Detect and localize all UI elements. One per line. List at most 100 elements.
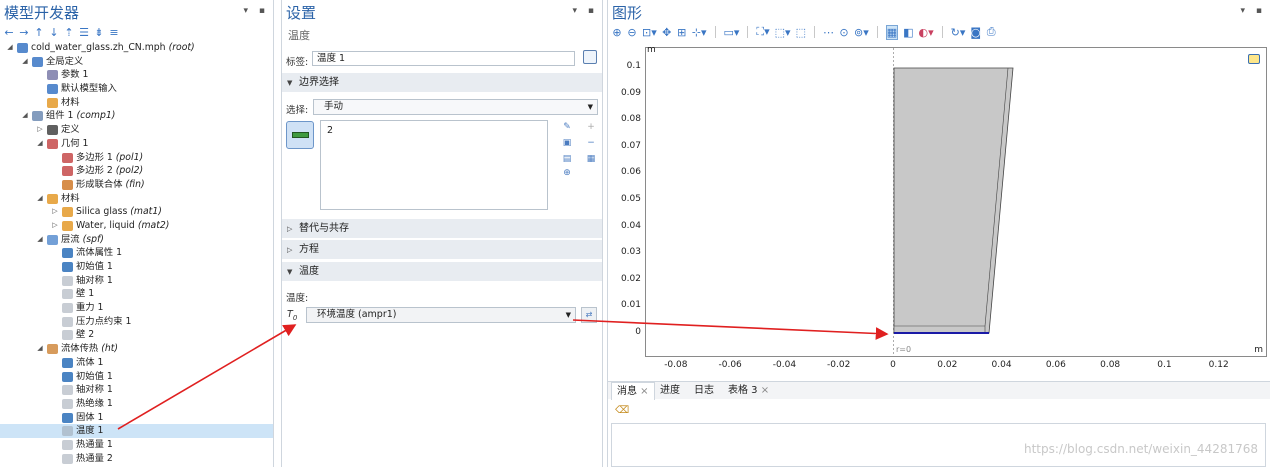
- grid-icon[interactable]: ▦: [885, 24, 899, 40]
- selection-list-icon[interactable]: ⋯: [823, 26, 834, 39]
- tree-item[interactable]: 重力 1: [0, 301, 273, 315]
- tree-item[interactable]: ◢ 组件 1 (comp1): [0, 109, 273, 123]
- geometry-canvas[interactable]: [646, 48, 1266, 356]
- zoom-extents-icon[interactable]: ✥: [662, 26, 672, 39]
- tree-item[interactable]: 壁 2: [0, 328, 273, 342]
- collapse-icon[interactable]: ◢: [36, 137, 44, 151]
- hide-icon[interactable]: ⊙: [839, 26, 849, 39]
- tree-item[interactable]: ▷ Silica glass (mat1): [0, 205, 273, 219]
- tree-item[interactable]: 材料: [0, 96, 273, 110]
- geometry-plot[interactable]: m m r=0: [645, 45, 1267, 357]
- tree-item[interactable]: 参数 1: [0, 68, 273, 82]
- expand-icon[interactable]: ▷: [51, 219, 59, 233]
- t0-options-icon[interactable]: ⇄: [581, 307, 597, 323]
- tree-item[interactable]: 形成联合体 (fin): [0, 178, 273, 192]
- tree-item[interactable]: 默认模型输入: [0, 82, 273, 96]
- collapse-all-icon[interactable]: ⇟: [94, 26, 104, 39]
- tree-item[interactable]: 壁 1: [0, 287, 273, 301]
- zoom-out-icon[interactable]: ⊖: [627, 26, 637, 39]
- forward-icon[interactable]: →: [19, 26, 29, 39]
- select-all-icon[interactable]: ▦: [585, 154, 597, 165]
- move-down-icon[interactable]: ↓: [49, 26, 59, 39]
- tree-item[interactable]: 温度 1: [0, 424, 273, 438]
- boundary-list[interactable]: 2: [320, 120, 548, 210]
- select-box-icon[interactable]: ⬚▾: [775, 26, 791, 39]
- collapse-icon[interactable]: ◢: [6, 41, 14, 55]
- move-up-icon[interactable]: ↑: [34, 26, 44, 39]
- tree-item[interactable]: 流体属性 1: [0, 246, 273, 260]
- tree-item[interactable]: 热通量 2: [0, 452, 273, 466]
- tree-item[interactable]: ◢ 全局定义: [0, 55, 273, 69]
- message-tab[interactable]: 进度: [655, 382, 685, 400]
- reset-icon[interactable]: ↻▾: [951, 26, 966, 39]
- tree-item[interactable]: 初始值 1: [0, 260, 273, 274]
- tree-item[interactable]: ◢ 几何 1: [0, 137, 273, 151]
- close-icon[interactable]: ×: [637, 386, 648, 397]
- collapse-icon[interactable]: ◢: [21, 109, 29, 123]
- fit-icon[interactable]: ⊞: [677, 26, 687, 39]
- tree-item[interactable]: ▷ Water, liquid (mat2): [0, 219, 273, 233]
- tree-item[interactable]: 多边形 2 (pol2): [0, 164, 273, 178]
- panel-pin-icons[interactable]: ▾ ▪: [244, 6, 269, 16]
- view-icon[interactable]: ▭▾: [724, 26, 740, 39]
- clear-selection-icon[interactable]: ▤: [561, 154, 573, 165]
- render-icon[interactable]: ◧: [903, 26, 913, 39]
- message-tab[interactable]: 消息 ×: [611, 382, 655, 400]
- options-icon[interactable]: ≡: [109, 26, 119, 39]
- tree-item[interactable]: 轴对称 1: [0, 383, 273, 397]
- label-edit-icon[interactable]: [583, 50, 597, 64]
- panel-pin-icons[interactable]: ▾ ▪: [1241, 6, 1266, 16]
- message-tab[interactable]: 表格 3 ×: [723, 382, 774, 400]
- tree-item[interactable]: ◢ 流体传热 (ht): [0, 342, 273, 356]
- collapse-icon[interactable]: ◢: [21, 55, 29, 69]
- water-domain[interactable]: [893, 325, 986, 334]
- copy-selection-icon[interactable]: ▣: [561, 138, 573, 149]
- axis-icon[interactable]: ⊹▾: [692, 26, 707, 39]
- tree-item[interactable]: 流体 1: [0, 356, 273, 370]
- zoom-box-icon[interactable]: ⊡▾: [642, 26, 657, 39]
- add-icon[interactable]: +: [585, 122, 597, 133]
- material-render-icon[interactable]: ◐▾: [919, 26, 934, 39]
- clear-messages-icon[interactable]: ⌫: [615, 405, 629, 416]
- message-tab[interactable]: 日志: [689, 382, 719, 400]
- close-icon[interactable]: ×: [758, 385, 769, 396]
- boundary-selection-toggle-icon[interactable]: [286, 121, 314, 149]
- tree-item[interactable]: ◢ cold_water_glass.zh_CN.mph (root): [0, 41, 273, 55]
- tree-item[interactable]: ◢ 层流 (spf): [0, 233, 273, 247]
- expand-all-icon[interactable]: ☰: [79, 26, 89, 39]
- tree-item[interactable]: 热绝缘 1: [0, 397, 273, 411]
- panel-pin-icons[interactable]: ▾ ▪: [573, 6, 598, 16]
- collapse-icon[interactable]: ◢: [36, 233, 44, 247]
- collapse-icon[interactable]: ◢: [36, 342, 44, 356]
- print-icon[interactable]: ⎙: [986, 25, 996, 39]
- section-override-coexistence[interactable]: ▷ 替代与共存: [282, 219, 602, 238]
- tree-item[interactable]: 多边形 1 (pol1): [0, 151, 273, 165]
- show-more-icon[interactable]: ⇡: [64, 26, 74, 39]
- deselect-icon[interactable]: ⬚: [796, 26, 806, 39]
- tree-item[interactable]: 初始值 1: [0, 370, 273, 384]
- show-icon[interactable]: ⊚▾: [854, 26, 869, 39]
- remove-icon[interactable]: −: [585, 138, 597, 149]
- t0-dropdown[interactable]: 环境温度 (ampr1) ▼: [306, 307, 576, 323]
- zoom-to-selection-icon[interactable]: ⊕: [561, 168, 573, 179]
- view-cube-icon[interactable]: [1248, 54, 1260, 64]
- selection-dropdown[interactable]: 手动 ▼: [313, 99, 598, 115]
- tree-item[interactable]: 轴对称 1: [0, 274, 273, 288]
- tree-item[interactable]: ◢ 材料: [0, 192, 273, 206]
- paste-selection-icon[interactable]: ✎: [561, 122, 573, 133]
- select-icon[interactable]: ⛶▾: [756, 25, 769, 39]
- section-equation[interactable]: ▷ 方程: [282, 240, 602, 259]
- tree-item[interactable]: 热通量 1: [0, 438, 273, 452]
- back-icon[interactable]: ←: [4, 26, 14, 39]
- tree-item[interactable]: 固体 1: [0, 411, 273, 425]
- camera-icon[interactable]: ◙: [970, 26, 981, 39]
- section-temperature[interactable]: ▼ 温度: [282, 262, 602, 281]
- collapse-icon[interactable]: ◢: [36, 192, 44, 206]
- section-boundary-selection[interactable]: ▼ 边界选择: [282, 73, 602, 92]
- tree-item[interactable]: ▷ 定义: [0, 123, 273, 137]
- expand-icon[interactable]: ▷: [36, 123, 44, 137]
- tree-item[interactable]: 压力点约束 1: [0, 315, 273, 329]
- boundary-list-item[interactable]: 2: [327, 125, 541, 136]
- expand-icon[interactable]: ▷: [51, 205, 59, 219]
- glass-domain[interactable]: [893, 67, 1014, 334]
